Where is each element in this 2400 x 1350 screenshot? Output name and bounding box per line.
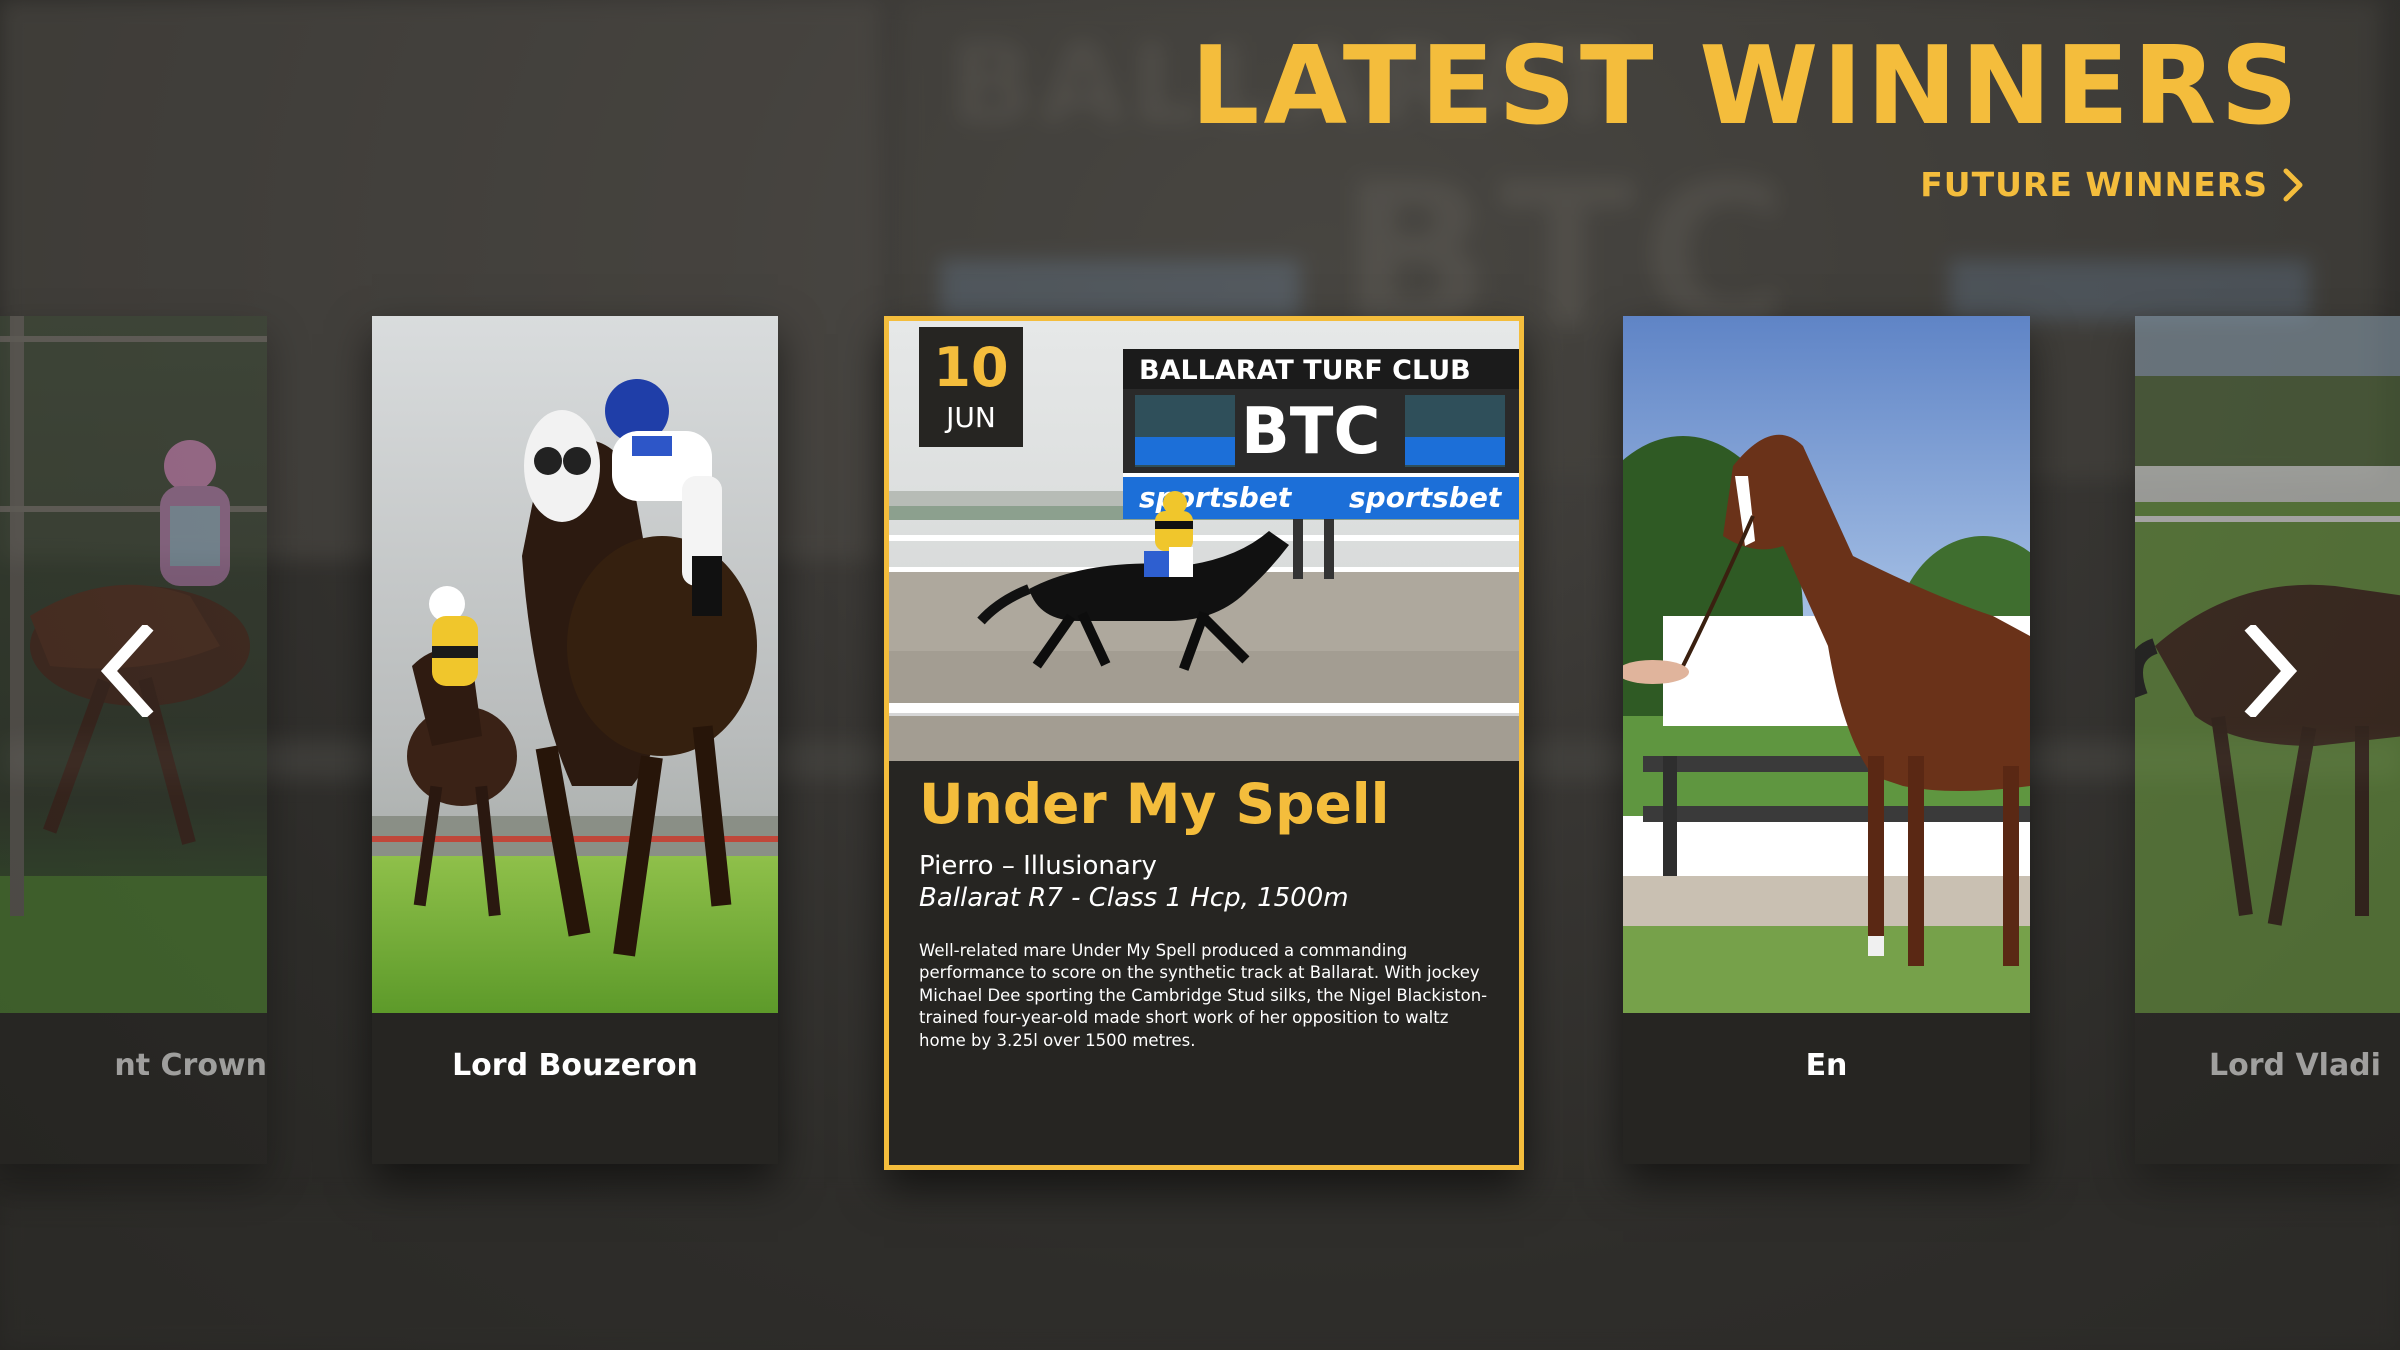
winner-photo — [372, 316, 778, 1013]
winner-name: En — [1805, 1048, 1848, 1083]
carousel-prev-button[interactable] — [92, 616, 162, 726]
featured-winner-card[interactable]: BALLARAT TURF CLUB BTC sportsbet sportsb… — [884, 316, 1524, 1170]
sponsor-right: sportsbet — [1349, 481, 1503, 514]
latest-winners-page: BALLARAT BTC LATEST WINNERS FUTURE WINNE… — [0, 0, 2400, 1350]
sign-title: BALLARAT TURF CLUB — [1139, 355, 1471, 386]
featured-details: Under My Spell Pierro – Illusionary Ball… — [919, 772, 1491, 1052]
page-title: LATEST WINNERS — [1190, 24, 2302, 149]
featured-race: Ballarat R7 - Class 1 Hcp, 1500m — [919, 883, 1349, 914]
winner-card[interactable]: nt Crown — [0, 316, 267, 1164]
winner-card[interactable]: Lord Bouzeron — [372, 316, 778, 1164]
chevron-right-icon — [2244, 625, 2298, 717]
featured-description: Well-related mare Under My Spell produce… — [919, 941, 1488, 1050]
featured-horse-name: Under My Spell — [919, 772, 1390, 836]
date-day: 10 — [933, 336, 1009, 399]
carousel-next-button[interactable] — [2236, 616, 2306, 726]
winner-card[interactable]: Lord Vladi — [2135, 316, 2400, 1164]
future-winners-link[interactable]: FUTURE WINNERS — [1920, 165, 2304, 204]
sponsor-left: sportsbet — [1139, 481, 1293, 514]
winners-carousel: nt Crown Lord Bouzeron BALLARAT TURF CLU… — [0, 316, 2400, 1176]
winner-photo — [1623, 316, 2030, 1013]
chevron-right-icon — [2283, 168, 2303, 201]
date-month: JUN — [946, 401, 996, 434]
winner-name: nt Crown — [114, 1048, 267, 1083]
date-badge: 10 JUN — [919, 327, 1023, 447]
featured-winner-photo: BALLARAT TURF CLUB BTC sportsbet sportsb… — [889, 321, 1519, 761]
winner-card[interactable]: En — [1623, 316, 2030, 1164]
future-winners-label: FUTURE WINNERS — [1920, 165, 2268, 204]
winner-name: Lord Bouzeron — [452, 1048, 698, 1083]
featured-pedigree: Pierro – Illusionary — [919, 851, 1157, 882]
sign-letters: BTC — [1241, 395, 1380, 469]
winner-name: Lord Vladi — [2209, 1048, 2381, 1083]
chevron-left-icon — [100, 625, 154, 717]
